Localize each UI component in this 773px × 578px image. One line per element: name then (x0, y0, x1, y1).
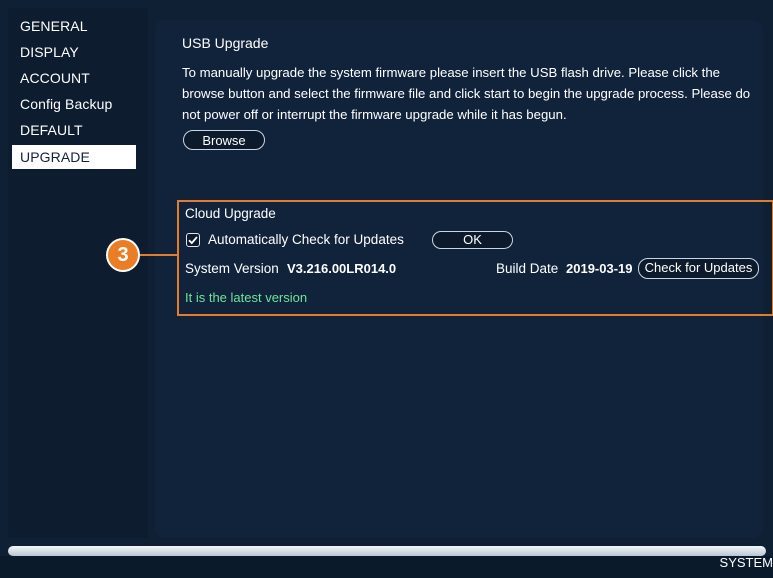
ok-button[interactable]: OK (432, 231, 513, 249)
sidebar-item-account[interactable]: ACCOUNT (12, 66, 90, 90)
system-tab-label[interactable]: SYSTEM (720, 555, 773, 570)
usb-upgrade-title: USB Upgrade (182, 35, 269, 51)
system-version-label: System Version (185, 261, 279, 276)
sidebar-item-display[interactable]: DISPLAY (12, 40, 79, 64)
sidebar: GENERAL DISPLAY ACCOUNT Config Backup DE… (8, 8, 148, 538)
settings-window: GENERAL DISPLAY ACCOUNT Config Backup DE… (0, 0, 773, 578)
sidebar-item-config-backup[interactable]: Config Backup (12, 92, 112, 116)
auto-check-label: Automatically Check for Updates (208, 232, 404, 247)
sidebar-item-default[interactable]: DEFAULT (12, 118, 83, 142)
build-date-value: 2019-03-19 (566, 261, 633, 276)
usb-upgrade-description: To manually upgrade the system firmware … (182, 65, 751, 122)
build-date-label: Build Date (496, 261, 559, 276)
system-version-value: V3.216.00LR014.0 (287, 261, 397, 276)
bottom-bar (8, 546, 766, 556)
upgrade-panel: USB Upgrade To manually upgrade the syst… (155, 20, 773, 538)
bottom-band (0, 556, 773, 578)
cloud-upgrade-title: Cloud Upgrade (185, 206, 276, 221)
callout-connector (138, 254, 178, 256)
check-for-updates-button[interactable]: Check for Updates (638, 258, 759, 279)
checkmark-icon (188, 236, 198, 245)
update-status-text: It is the latest version (185, 290, 308, 305)
cloud-upgrade-section: Cloud Upgrade Automatically Check for Up… (177, 200, 773, 316)
callout-badge: 3 (108, 240, 138, 270)
auto-check-checkbox[interactable] (186, 233, 200, 247)
sidebar-item-upgrade[interactable]: UPGRADE (12, 145, 136, 169)
browse-button[interactable]: Browse (183, 130, 265, 150)
sidebar-item-general[interactable]: GENERAL (12, 14, 88, 38)
